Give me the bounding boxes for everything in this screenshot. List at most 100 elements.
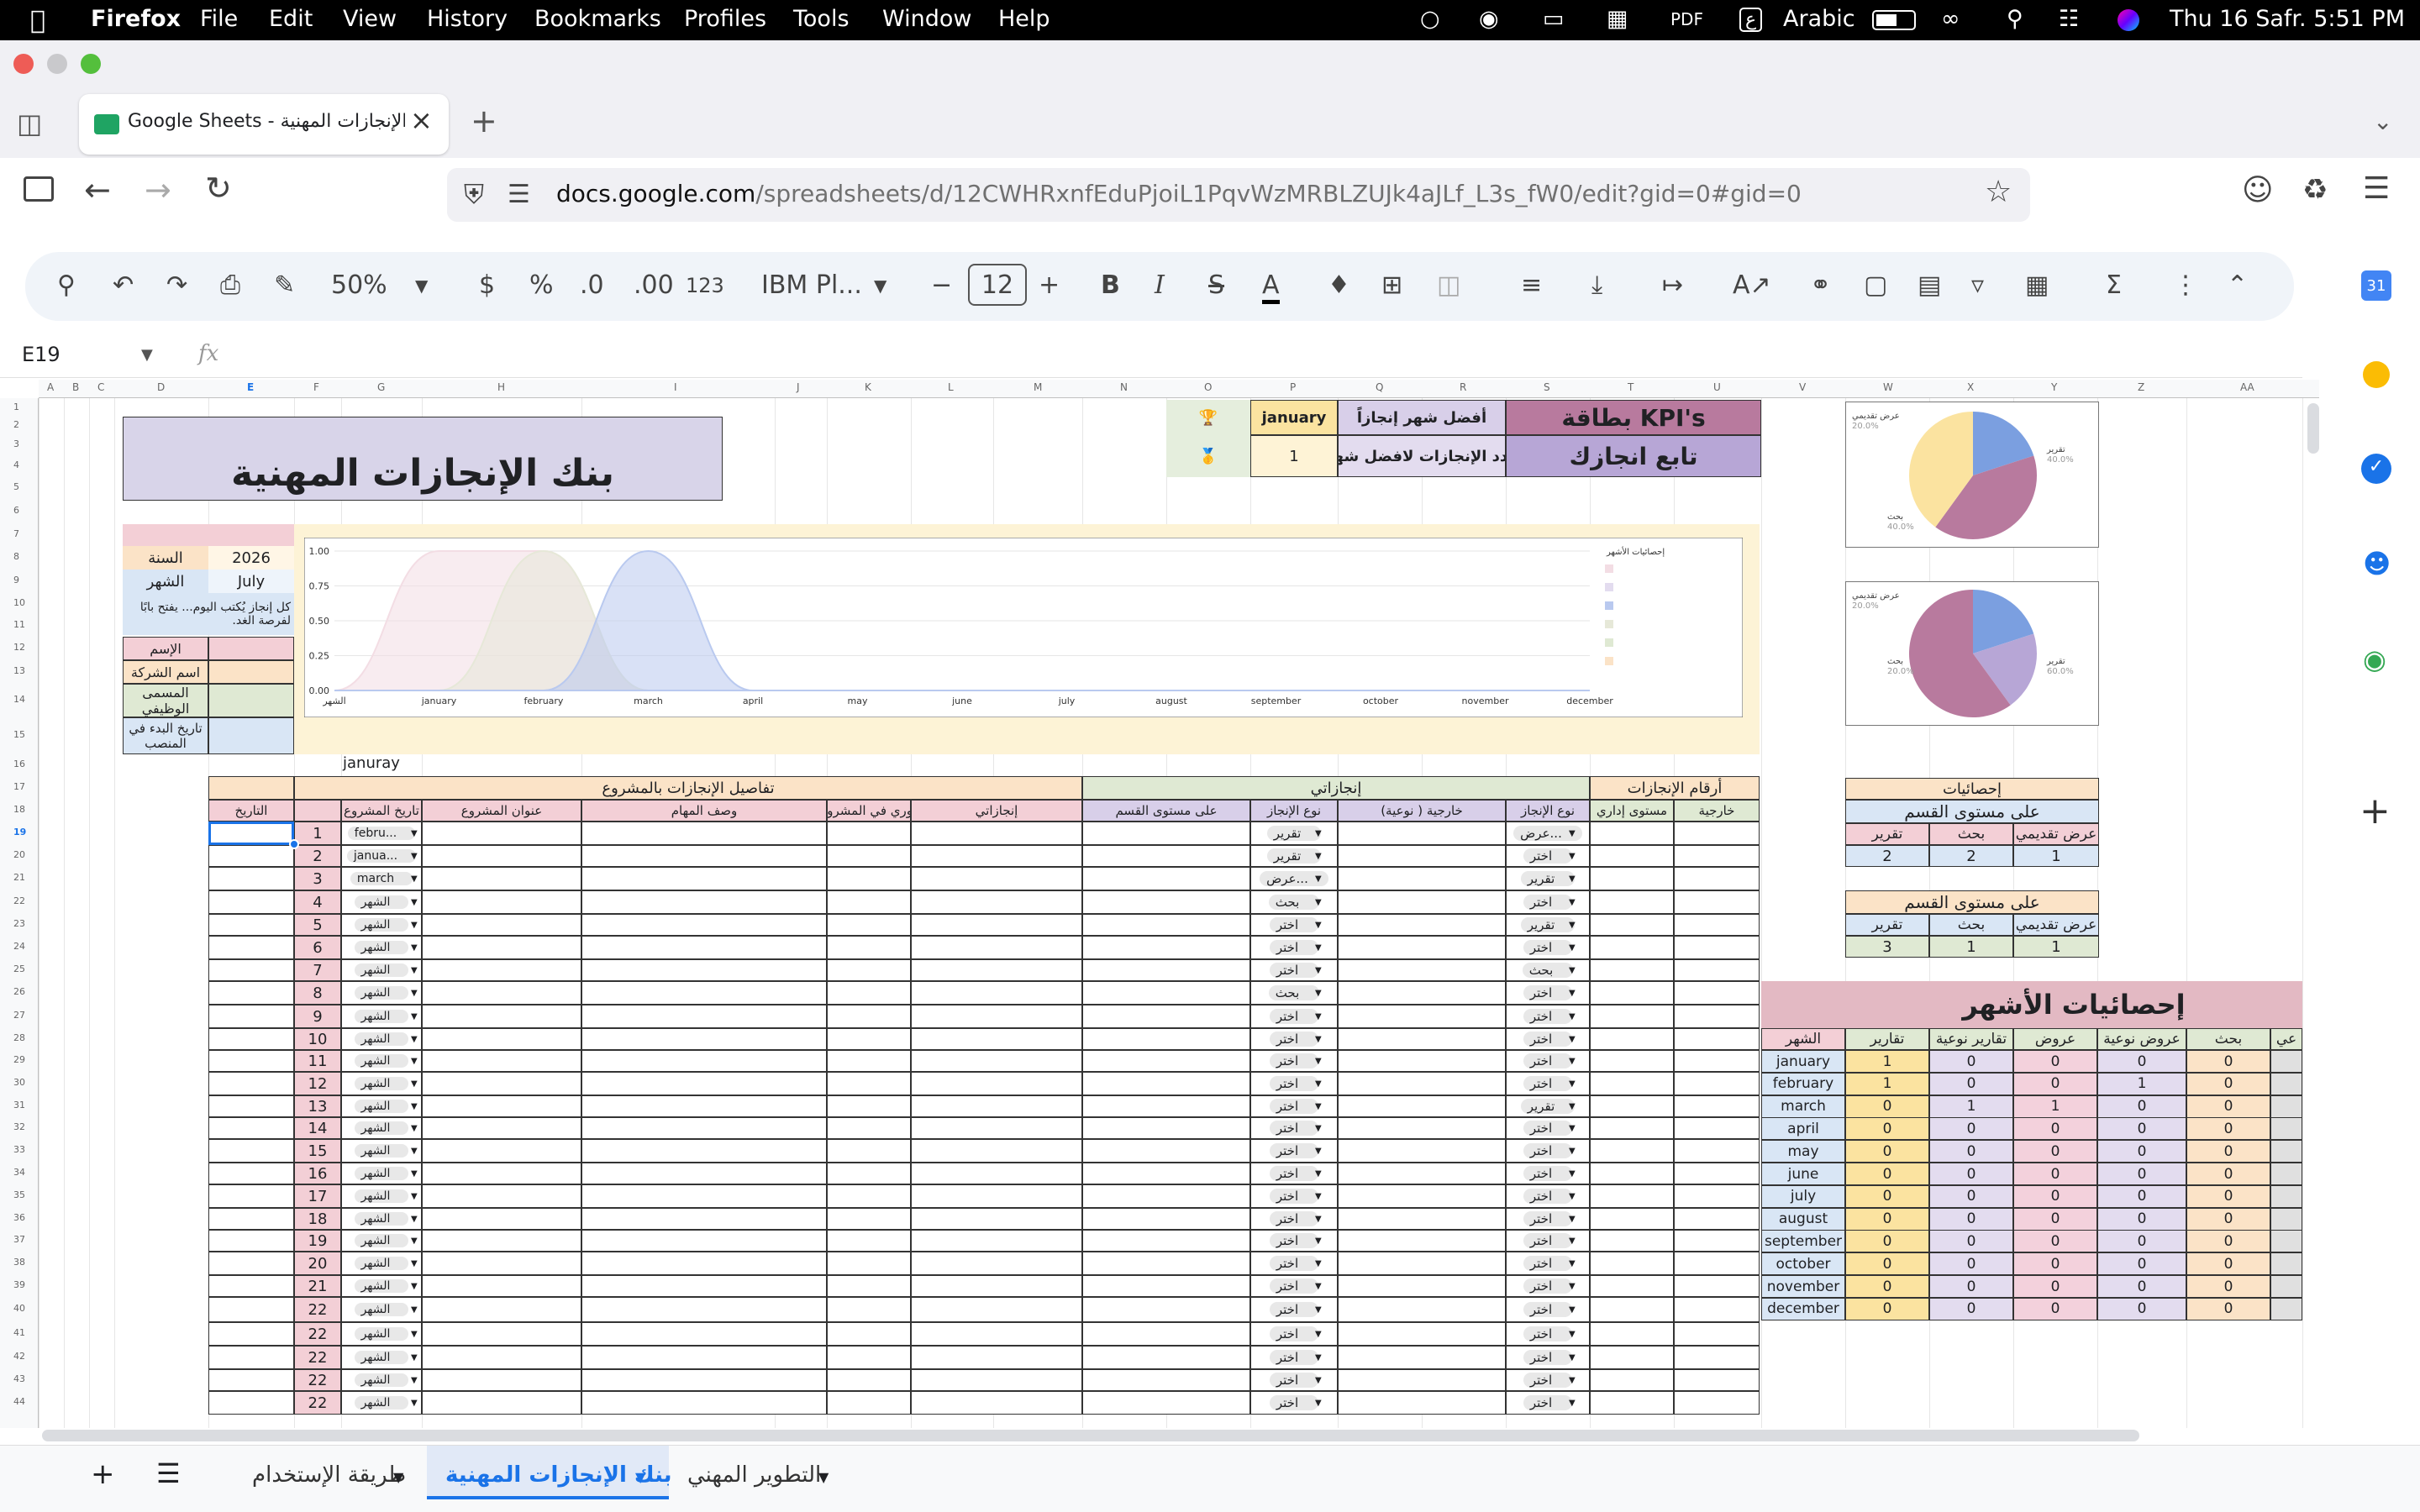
table-cell[interactable] (827, 1297, 911, 1322)
table-cell[interactable] (1590, 1095, 1674, 1117)
table-cell[interactable] (1590, 1072, 1674, 1095)
table-cell[interactable] (827, 1028, 911, 1050)
table-cell[interactable] (1674, 1297, 1760, 1322)
achievement-type-cell[interactable]: اختر ▼ (1506, 1322, 1590, 1346)
project-date-cell[interactable]: الشهر ▼ (341, 1230, 422, 1252)
table-row-date-cell[interactable] (208, 1322, 294, 1346)
achievement-type-chip[interactable]: تقرير (1520, 1099, 1576, 1114)
monthly-value[interactable]: 0 (2186, 1184, 2270, 1208)
monthly-value-partial[interactable] (2270, 1117, 2302, 1141)
achievement-type-chip[interactable]: اختر (1523, 985, 1573, 1000)
table-cell[interactable] (581, 1028, 827, 1050)
stats2-report-value[interactable]: 3 (1845, 936, 1929, 958)
sheet-tab-achievements-dropdown-icon[interactable]: ▼ (635, 1469, 645, 1485)
monthly-value[interactable]: 0 (2186, 1050, 2270, 1073)
achievement-type-cell[interactable]: تقرير ▼ (1506, 1095, 1590, 1117)
chart-legend-swatch[interactable] (1605, 583, 1613, 591)
chart-legend-swatch[interactable] (1605, 564, 1613, 573)
table-cell[interactable] (422, 1252, 581, 1275)
table-cell[interactable] (1082, 1346, 1250, 1369)
row-header-36[interactable]: 36 (13, 1212, 25, 1223)
row-header-33[interactable]: 33 (13, 1144, 25, 1155)
row-header-1[interactable]: 1 (13, 402, 19, 412)
table-cell[interactable] (1338, 1208, 1506, 1230)
table-cell[interactable] (1338, 959, 1506, 981)
bold-icon[interactable]: B (1101, 270, 1120, 300)
stats2-research-value[interactable]: 1 (1929, 936, 2013, 958)
achievement-type-chip[interactable]: بحث (1522, 963, 1574, 978)
table-cell[interactable] (1674, 1050, 1760, 1072)
table-row-date-cell[interactable] (208, 936, 294, 959)
achievement-type-cell[interactable]: بحث ▼ (1250, 890, 1338, 914)
formula-input[interactable] (244, 338, 2277, 371)
table-row-date-cell[interactable] (208, 1230, 294, 1252)
decrease-font-size-icon[interactable]: − (931, 270, 952, 300)
project-date-cell[interactable]: الشهر ▼ (341, 1005, 422, 1028)
project-date-cell[interactable]: الشهر ▼ (341, 1163, 422, 1184)
table-cell[interactable] (911, 959, 1082, 981)
row-header-23[interactable]: 23 (13, 918, 25, 929)
table-cell[interactable] (1082, 1297, 1250, 1322)
project-date-chip[interactable]: march (350, 872, 413, 885)
menu-tools[interactable]: Tools (793, 6, 850, 32)
siri-icon[interactable] (2118, 9, 2139, 31)
table-cell[interactable] (1590, 1028, 1674, 1050)
project-date-cell[interactable]: الشهر ▼ (341, 1028, 422, 1050)
project-date-chip[interactable]: الشهر (354, 963, 409, 977)
input-source-label[interactable]: Arabic (1783, 6, 1855, 32)
monthly-value-partial[interactable] (2270, 1252, 2302, 1276)
table-cell[interactable] (1674, 1346, 1760, 1369)
achievement-type-chip[interactable]: اختر (1269, 1009, 1319, 1024)
column-header-U[interactable]: U (1713, 381, 1721, 393)
table-cell[interactable] (1590, 1208, 1674, 1230)
project-date-chip[interactable]: الشهر (354, 1167, 409, 1180)
monthly-value[interactable]: 0 (2186, 1095, 2270, 1118)
borders-icon[interactable]: ⊞ (1381, 270, 1402, 300)
column-header-B[interactable]: B (72, 381, 79, 393)
table-cell[interactable] (911, 1297, 1082, 1322)
table-row-date-cell[interactable] (208, 845, 294, 867)
table-header-2[interactable]: نوع الإنجاز (1506, 800, 1590, 822)
section-achievements[interactable]: إنجازاتي (1082, 776, 1590, 800)
table-cell[interactable] (1674, 1072, 1760, 1095)
increase-font-size-icon[interactable]: + (1039, 270, 1060, 300)
row-header-18[interactable]: 18 (13, 804, 25, 815)
monthly-value[interactable]: 0 (2097, 1297, 2186, 1320)
achievement-type-chip[interactable]: اختر (1269, 940, 1319, 955)
achievement-type-chip[interactable]: اختر (1269, 1053, 1319, 1068)
table-cell[interactable] (581, 1050, 827, 1072)
table-cell[interactable] (422, 914, 581, 936)
table-cell[interactable] (581, 936, 827, 959)
table-cell[interactable] (1338, 936, 1506, 959)
monthly-value[interactable]: 0 (1929, 1072, 2013, 1095)
table-cell[interactable] (581, 914, 827, 936)
month-value[interactable]: July (208, 570, 294, 593)
table-cell[interactable] (827, 890, 911, 914)
table-cell[interactable] (827, 1095, 911, 1117)
table-cell[interactable] (422, 1391, 581, 1415)
achievement-type-cell[interactable]: اختر ▼ (1506, 1072, 1590, 1095)
achievement-type-chip[interactable]: اختر (1269, 1233, 1319, 1248)
link-icon[interactable]: ∞ (1941, 6, 1960, 32)
stats-dept-1[interactable]: على مستوى القسم (1845, 800, 2099, 823)
monthly-value[interactable]: 0 (1845, 1140, 1929, 1163)
paint-format-icon[interactable]: ✎ (274, 270, 295, 300)
increase-decimal-button[interactable]: .00 (634, 270, 674, 300)
monthly-value[interactable]: 0 (1929, 1117, 2013, 1141)
achievement-type-chip[interactable]: تقرير (1266, 826, 1322, 841)
row-header-2[interactable]: 2 (13, 419, 19, 430)
achievement-type-chip[interactable]: اختر (1523, 1166, 1573, 1181)
url-bar[interactable]: ⛨ ☰ docs.google.com/spreadsheets/d/12CWH… (447, 168, 2030, 222)
monthly-value[interactable]: 1 (2013, 1095, 2097, 1118)
table-cell[interactable] (1338, 1005, 1506, 1028)
table-cell[interactable] (422, 959, 581, 981)
account-icon[interactable]: ☺ (2242, 173, 2274, 207)
table-cell[interactable] (911, 936, 1082, 959)
table-cell[interactable] (1338, 1346, 1506, 1369)
redo-icon[interactable]: ↷ (166, 270, 187, 300)
status-icon-1[interactable]: ○ (1420, 6, 1440, 32)
row-header-34[interactable]: 34 (13, 1167, 25, 1178)
achievement-type-chip[interactable]: اختر (1523, 1302, 1573, 1317)
table-cell[interactable] (422, 1184, 581, 1208)
monthly-value-partial[interactable] (2270, 1230, 2302, 1253)
